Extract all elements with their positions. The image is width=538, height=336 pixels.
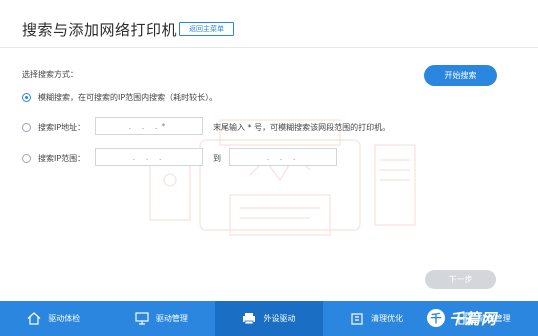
ip-address-value: . . .* xyxy=(128,121,170,131)
option-ip-range[interactable]: 搜索IP范围： xyxy=(22,153,85,164)
page-title: 搜索与添加网络打印机 xyxy=(22,21,178,39)
nav-label: 清理优化 xyxy=(371,314,404,323)
option-ip-range-label: 搜索IP范围： xyxy=(38,154,86,163)
nav-label: 驱动体检 xyxy=(48,314,81,323)
ip-range-end-value: . . . xyxy=(266,152,300,162)
radio-ip-range[interactable] xyxy=(22,154,31,163)
nav-item-cleanup[interactable]: 清理优化 xyxy=(323,301,431,336)
ip-address-input[interactable]: . . .* xyxy=(95,117,203,135)
option-fuzzy-search[interactable]: 模糊搜索，在可搜索的IP范围内搜索（耗时较长）。 xyxy=(22,92,217,103)
nav-item-peripheral-driver[interactable]: 外设驱动 xyxy=(215,301,323,336)
option-ip-address[interactable]: 搜索IP地址： xyxy=(22,122,85,133)
watermark-text: 千篇网 xyxy=(449,309,498,328)
search-mode-label: 选择搜索方式： xyxy=(22,70,78,79)
start-search-button[interactable]: 开始搜索 xyxy=(424,65,497,86)
radio-ip-address[interactable] xyxy=(22,123,31,132)
ip-address-hint: 末尾输入 * 号，可模糊搜索该网段范围的打印机。 xyxy=(213,123,391,132)
nav-label: 驱动管理 xyxy=(155,314,188,323)
back-to-main-menu-button[interactable]: 返回主菜单 xyxy=(179,22,234,36)
building-icon xyxy=(351,313,363,325)
option-fuzzy-label: 模糊搜索，在可搜索的IP范围内搜索（耗时较长）。 xyxy=(38,93,218,102)
watermark-badge-icon: 千 xyxy=(427,309,445,327)
ip-range-end-input[interactable]: . . . xyxy=(229,148,337,166)
ip-range-start-value: . . . xyxy=(132,152,166,162)
nav-item-driver-check[interactable]: 驱动体检 xyxy=(0,301,108,336)
ip-range-start-input[interactable]: . . . xyxy=(95,148,203,166)
watermark-logo: 千 千篇网 xyxy=(427,300,538,336)
range-to-label: 到 xyxy=(213,154,221,163)
option-ip-address-label: 搜索IP地址： xyxy=(38,123,86,132)
monitor-icon xyxy=(135,312,149,325)
home-icon xyxy=(27,312,41,325)
nav-item-driver-manage[interactable]: 驱动管理 xyxy=(108,301,216,336)
printer-icon xyxy=(243,313,256,325)
radio-fuzzy-search[interactable] xyxy=(22,93,31,102)
next-step-button[interactable]: 下一步 xyxy=(425,270,496,289)
nav-label: 外设驱动 xyxy=(263,314,296,323)
header: 搜索与添加网络打印机 返回主菜单 xyxy=(0,0,538,48)
